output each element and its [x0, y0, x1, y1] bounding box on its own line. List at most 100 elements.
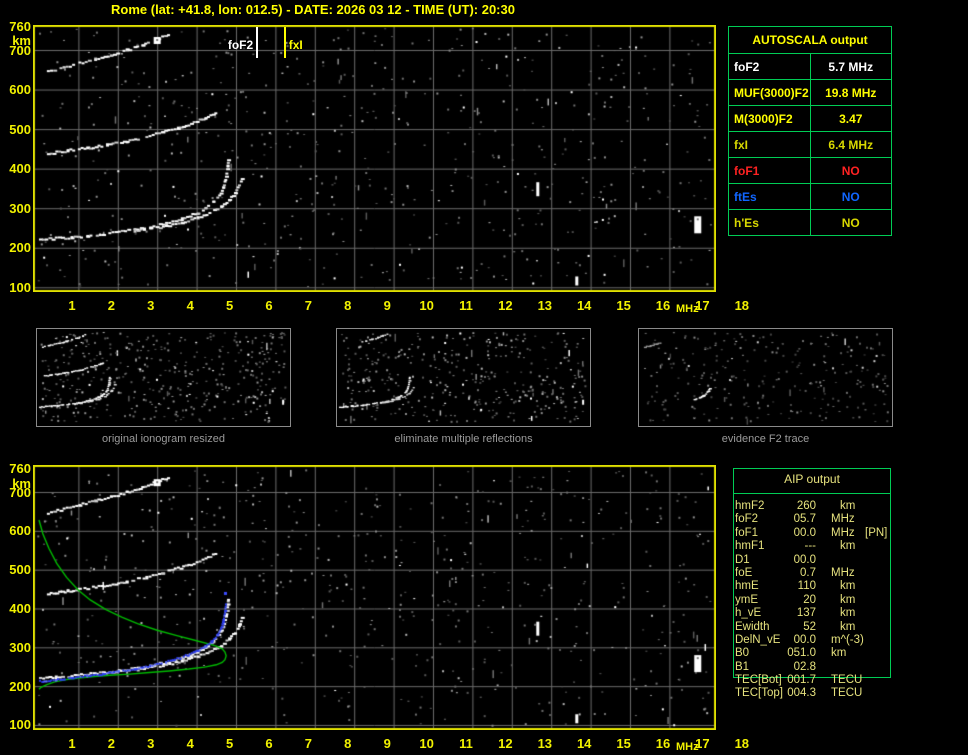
x-axis-unit-top: MHz: [676, 303, 699, 315]
marker-line-fxI: [283, 27, 286, 58]
x-tick-label-top: 18: [734, 298, 750, 313]
autoscala-param: foF1: [728, 157, 811, 184]
aip-param: foE: [735, 566, 753, 579]
aip-row-hmE: hmE 110 km: [735, 580, 889, 593]
x-tick-label-bottom: 14: [576, 736, 592, 751]
aip-unit: km: [840, 540, 856, 553]
aip-unit: TECU: [831, 674, 863, 687]
autoscala-param: M(3000)F2: [728, 105, 811, 132]
aip-param: TEC[Bot]: [735, 674, 782, 687]
aip-output-header: AIP output: [784, 472, 840, 486]
thumbnail-caption: evidence F2 trace: [721, 433, 810, 445]
thumbnail-eliminate-reflections: [336, 328, 591, 427]
thumbnail-original-ionogram: [36, 328, 291, 427]
aip-param: hmE: [735, 580, 759, 593]
autoscala-row-foF1: foF1 NO: [728, 157, 892, 184]
aip-unit: m^(-3): [831, 633, 864, 646]
aip-value: 05.7: [793, 513, 816, 526]
x-tick-label-bottom: 15: [616, 736, 631, 751]
x-tick-label-top: 7: [304, 298, 312, 313]
aip-output-rows: hmF2 260 km foF2 05.7 MHz foF1 00.0 MHz [PN] hmF1 -…: [735, 500, 889, 701]
x-tick-label-bottom: 5: [225, 736, 234, 751]
aip-value: 00.0: [793, 526, 816, 539]
x-tick-label-top: 12: [498, 298, 513, 313]
aip-header-separator: [734, 493, 890, 494]
autoscala-param: h'Es: [728, 209, 811, 236]
x-tick-label-top: 9: [383, 298, 391, 313]
y-tick-label-bottom: 300: [9, 639, 31, 655]
autoscala-row-h'Es: h'Es NO: [728, 209, 892, 236]
autoscala-app: Rome (lat: +41.8, lon: 012.5) - DATE: 20…: [0, 0, 968, 755]
x-tick-label-top: 6: [265, 298, 273, 313]
aip-unit: [831, 554, 863, 567]
y-tick-label-bottom: 760: [9, 461, 31, 477]
aip-row-foF2: foF2 05.7 MHz: [735, 513, 889, 526]
aip-param: foF2: [735, 513, 759, 526]
autoscala-row-ftEs: ftEs NO: [728, 183, 892, 210]
aip-value: 110: [797, 580, 816, 593]
autoscala-param: ftEs: [728, 183, 811, 210]
thumbnail-evidence-f2-trace: [638, 328, 893, 427]
autoscala-row-fxI: fxI 6.4 MHz: [728, 131, 892, 158]
x-tick-label-bottom: 10: [419, 736, 434, 751]
aip-value: 260: [796, 500, 816, 512]
y-tick-label-bottom: 500: [9, 562, 31, 578]
x-tick-label-bottom: 3: [147, 736, 155, 751]
y-tick-label-top: 300: [9, 200, 31, 216]
aip-param: TEC[Top]: [735, 687, 783, 700]
aip-value: 051.0: [787, 647, 816, 660]
aip-param: Ewidth: [735, 620, 770, 633]
y-tick-label-bottom: 100: [9, 717, 31, 733]
x-tick-label-top: 14: [576, 298, 592, 313]
autoscala-value: NO: [809, 209, 892, 236]
aip-param: h_vE: [735, 607, 762, 620]
x-tick-label-top: 4: [186, 298, 194, 313]
x-tick-label-top: 3: [147, 298, 155, 313]
aip-param: hmF1: [735, 540, 765, 553]
x-tick-label-top: 13: [537, 298, 553, 313]
x-tick-label-bottom: 7: [304, 736, 312, 751]
thumbnail-caption: eliminate multiple reflections: [394, 433, 533, 445]
page-title: Rome (lat: +41.8, lon: 012.5) - DATE: 20…: [111, 2, 515, 17]
aip-value: 52: [803, 620, 816, 633]
aip-unit: [831, 661, 863, 674]
aip-value: 20: [803, 593, 816, 606]
aip-row-foE: foE 0.7 MHz: [735, 567, 889, 580]
x-tick-label-top: 15: [616, 298, 631, 313]
aip-value: 137: [796, 607, 816, 620]
x-tick-label-bottom: 2: [107, 736, 115, 751]
aip-value: 004.3: [787, 687, 816, 700]
x-tick-label-bottom: 4: [186, 736, 194, 751]
aip-row-foF1: foF1 00.0 MHz [PN]: [735, 527, 889, 540]
aip-row-B0: B0 051.0 km: [735, 647, 889, 660]
x-tick-label-top: 5: [225, 298, 234, 313]
y-tick-label-bottom: 200: [9, 678, 31, 694]
marker-label-foF2: foF2: [227, 38, 254, 52]
x-tick-label-top: 11: [459, 298, 473, 313]
aip-param: DelN_vE: [735, 633, 781, 646]
aip-param: B1: [735, 660, 750, 673]
aip-value: 00.0: [793, 633, 816, 646]
thumbnail-caption: original ionogram resized: [102, 433, 225, 445]
aip-unit: MHz: [831, 566, 855, 579]
aip-row-D1: D1 00.0: [735, 554, 889, 567]
x-tick-label-bottom: 11: [459, 736, 473, 751]
x-tick-label-top: 16: [655, 298, 671, 313]
y-tick-label-top: 600: [9, 82, 31, 98]
x-axis-unit-bottom: MHz: [676, 741, 699, 753]
autoscala-table-header: AUTOSCALA output: [728, 26, 892, 54]
aip-row-TEC[Top]: TEC[Top] 004.3 TECU: [735, 687, 889, 700]
y-tick-label-bottom: 600: [9, 523, 31, 539]
aip-param: foF1: [735, 526, 759, 539]
autoscala-row-M(3000)F2: M(3000)F2 3.47: [728, 105, 892, 132]
aip-param: ymE: [735, 593, 758, 606]
x-tick-label-bottom: 16: [655, 736, 671, 751]
aip-unit: km: [840, 580, 856, 593]
y-axis-unit-top: km: [12, 33, 31, 49]
aip-unit: km: [840, 620, 856, 633]
y-tick-label-bottom: 400: [9, 600, 31, 616]
marker-line-foF2: [256, 27, 259, 58]
aip-row-h_vE: h_vE 137 km: [735, 607, 889, 620]
autoscala-param: MUF(3000)F2: [728, 79, 811, 106]
autoscala-row-foF2: foF2 5.7 MHz: [728, 53, 892, 80]
